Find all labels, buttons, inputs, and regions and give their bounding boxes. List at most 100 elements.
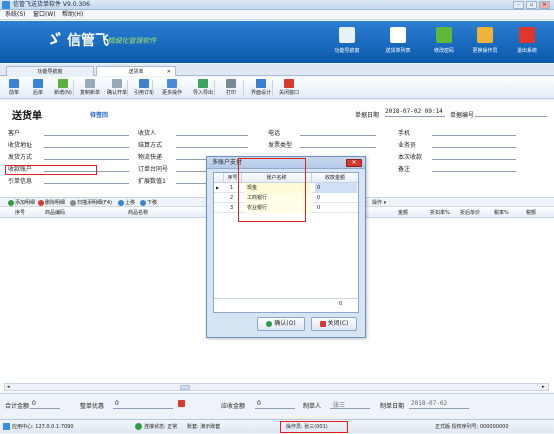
page-title: 送货单	[12, 111, 42, 122]
maximize-button[interactable]: ▫	[526, 1, 537, 9]
field-input[interactable]	[44, 183, 129, 184]
toolbar-design-button[interactable]: 界面设计	[248, 78, 274, 98]
date-field[interactable]: 2018-07-02 09:14	[385, 108, 443, 115]
horizontal-scrollbar[interactable]: ◂ ▸	[4, 383, 549, 391]
row-no: 3	[230, 205, 234, 211]
field-input[interactable]	[432, 171, 516, 172]
menu-window[interactable]: 窗口(W)	[33, 10, 56, 20]
row-amount[interactable]: 0	[315, 183, 357, 193]
design-icon	[256, 79, 266, 88]
banner-button-0[interactable]: 功能导航窗	[324, 24, 370, 61]
account-row[interactable]: 3 农业银行 0	[214, 203, 358, 213]
confirm-button[interactable]: 确认(O)	[257, 317, 305, 331]
field-label: 收货地址	[8, 142, 33, 149]
detail-toolbar-button-0[interactable]: 添加明细	[8, 199, 35, 207]
scroll-left-icon[interactable]: ◂	[7, 385, 11, 390]
grid-col-header[interactable]: 折扣率%	[430, 208, 450, 218]
doc-no-field[interactable]	[475, 116, 547, 117]
toolbar-label: 新增(N)	[54, 90, 72, 96]
detail-action-icon	[38, 199, 44, 206]
toolbar-label: 复制新单	[79, 90, 100, 96]
field-label: 收货人	[138, 130, 157, 137]
banner-button-2[interactable]: 修改密码	[421, 24, 467, 61]
toolbar-next-button[interactable]: 后单	[28, 78, 48, 98]
confirm-label: 确认(O)	[274, 320, 296, 327]
banner-button-label: 修改密码	[433, 48, 454, 54]
banner-button-3[interactable]: 更换操作员	[462, 24, 508, 61]
total-underline	[30, 408, 60, 409]
grid-col-header[interactable]: 金额	[398, 208, 408, 218]
banner-button-1[interactable]: 送货单列表	[375, 24, 421, 61]
field-input[interactable]	[432, 147, 516, 148]
grid-col-header[interactable]: 序号	[15, 208, 25, 218]
account-row[interactable]: ▶ 1 现金 0	[214, 183, 358, 193]
grid-col-header[interactable]: 税率%	[494, 208, 509, 218]
field-label: 结算方式	[138, 142, 163, 149]
toolbar-separator	[272, 80, 273, 96]
field-input[interactable]	[176, 147, 248, 148]
detail-toolbar-button-2[interactable]: 扫描添明细(F4)	[70, 199, 112, 207]
account-row[interactable]: 2 工商银行 0	[214, 193, 358, 203]
row-amount[interactable]: 0	[315, 203, 357, 213]
field-input[interactable]	[44, 147, 129, 148]
field-input[interactable]	[44, 135, 129, 136]
field-input[interactable]	[432, 135, 516, 136]
total-divider	[214, 298, 358, 299]
field-input[interactable]	[300, 147, 376, 148]
dialog-close-icon[interactable]: ✕	[346, 159, 362, 167]
discount-input[interactable]: 0	[115, 400, 119, 407]
minimize-button[interactable]: –	[513, 1, 524, 9]
due-value: 0	[257, 400, 261, 407]
row-account-name: 工商银行	[245, 193, 311, 203]
field-label: 订单台同号	[138, 166, 169, 173]
toolbar-prev-button[interactable]: 前单	[4, 78, 24, 98]
status-license: 正式版 授权序列号: 000000000	[435, 424, 509, 430]
toolbar-import-export-button[interactable]: 导入导出	[189, 78, 217, 98]
banner-button-label: 更换操作员	[472, 48, 498, 54]
grid-col-header[interactable]: 商品编码	[45, 208, 65, 218]
detail-action-icon	[118, 199, 124, 206]
field-input[interactable]	[300, 135, 376, 136]
field-input[interactable]	[176, 135, 248, 136]
toolbar-more-button[interactable]: 更多操作	[158, 78, 186, 98]
scroll-right-icon[interactable]: ▸	[542, 385, 546, 390]
toolbar-close-window-button[interactable]: 关闭窗口	[275, 78, 303, 98]
discount-calc-icon[interactable]	[178, 400, 185, 407]
reference-icon	[139, 79, 149, 88]
scroll-thumb[interactable]	[180, 385, 190, 390]
grid-col-header[interactable]: 折后单价	[460, 208, 480, 218]
detail-toolbar-button-3[interactable]: 上移	[118, 199, 135, 207]
banner-button-4[interactable]: 退出系统	[504, 24, 550, 61]
menu-bar: 系统(S) 窗口(W) 帮助(H)	[0, 10, 554, 20]
grid-col-header[interactable]: 商品名称	[128, 208, 148, 218]
detail-action-icon	[70, 199, 76, 206]
tab-delivery-note[interactable]: 送货单 ✕	[96, 66, 176, 76]
close-dialog-button[interactable]: 关闭(C)	[311, 317, 357, 331]
row-amount[interactable]: 0	[315, 193, 357, 203]
grid-col-header[interactable]: 税额	[526, 208, 536, 218]
tab-close-icon[interactable]: ✕	[167, 67, 171, 77]
toolbar-separator	[73, 80, 74, 96]
detail-toolbar-button-4[interactable]: 下移	[140, 199, 157, 207]
status-app-center: 应用中心: 127.0.0.1:7090	[12, 424, 74, 430]
detail-more-dropdown[interactable]: 操作 ▾	[372, 199, 386, 207]
field-input[interactable]	[44, 159, 129, 160]
toolbar-separator	[152, 80, 153, 96]
row-account-name: 现金	[245, 183, 311, 193]
close-button[interactable]: ✕	[539, 1, 550, 9]
detail-action-label: 添加明细	[15, 200, 36, 206]
menu-help[interactable]: 帮助(H)	[62, 10, 83, 20]
tab-navigation[interactable]: 功能导航窗	[6, 66, 94, 76]
toolbar-add-button[interactable]: 新增(N)	[52, 78, 74, 98]
toolbar-copy-button[interactable]: 复制新单	[78, 78, 102, 98]
close-dialog-icon	[319, 320, 326, 327]
toolbar-print-button[interactable]: 打印	[220, 78, 242, 98]
detail-action-label: 下移	[147, 200, 158, 206]
field-input[interactable]	[432, 159, 516, 160]
detail-toolbar-button-1[interactable]: 删除明细	[38, 199, 65, 207]
banner-button-label: 退出系统	[516, 48, 537, 54]
menu-system[interactable]: 系统(S)	[5, 10, 26, 20]
dialog-total: 0	[339, 301, 343, 307]
toolbar-label: 更多操作	[161, 90, 182, 96]
field-label: 发票类型	[268, 142, 293, 149]
